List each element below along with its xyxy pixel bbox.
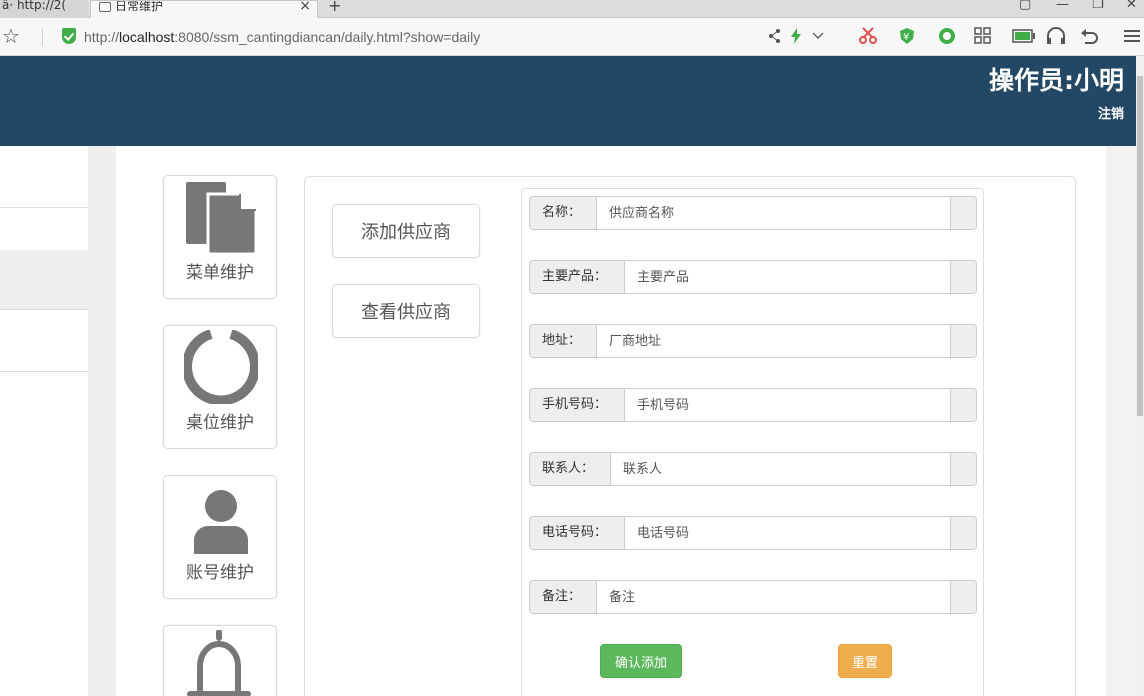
contact-field: 联系人： (529, 452, 977, 486)
field-addon (950, 453, 976, 485)
menu-icon[interactable] (1124, 29, 1140, 43)
field-addon (950, 261, 976, 293)
window-minimize-button[interactable]: — (1056, 0, 1069, 12)
address-bar: ☆ http://localhost:8080/ssm_cantingdianc… (0, 18, 1144, 56)
remark-input[interactable] (597, 581, 951, 613)
remark-field: 备注： (529, 580, 977, 614)
field-addon (950, 325, 976, 357)
field-addon (950, 517, 976, 549)
main-product-input[interactable] (625, 261, 951, 293)
contact-input[interactable] (611, 453, 951, 485)
field-label: 手机号码： (530, 389, 625, 421)
phone-field: 电话号码： (529, 516, 977, 550)
mobile-input[interactable] (625, 389, 951, 421)
card-label: 桌位维护 (186, 413, 254, 433)
new-tab-button[interactable]: + (328, 0, 341, 15)
ring-icon (184, 330, 258, 404)
app-header: 操作员:小明 注销 (0, 56, 1136, 146)
left-nav-row[interactable] (0, 250, 88, 310)
field-addon (950, 581, 976, 613)
field-addon (950, 197, 976, 229)
headphones-icon[interactable] (1046, 27, 1066, 45)
browser-tab-1[interactable]: ä· http://2( (0, 0, 88, 18)
window-maximize-button[interactable]: ❐ (1092, 0, 1104, 12)
add-supplier-button[interactable]: 添加供应商 (332, 204, 480, 258)
field-label: 主要产品： (530, 261, 625, 293)
undo-icon[interactable] (1080, 27, 1102, 45)
page-favicon-icon (99, 2, 111, 12)
address-input[interactable] (597, 325, 951, 357)
scissors-icon[interactable] (858, 27, 878, 45)
tab-title: 日常维护 (115, 0, 164, 13)
mobile-field: 手机号码： (529, 388, 977, 422)
field-label: 电话号码： (530, 517, 625, 549)
document-icon (186, 182, 258, 254)
reset-button[interactable]: 重置 (838, 644, 892, 678)
battery-icon[interactable] (1012, 29, 1036, 43)
card-label: 账号维护 (186, 563, 254, 583)
browser-tab-active[interactable]: 日常维护 × (90, 0, 318, 18)
table-maintenance-card[interactable]: 桌位维护 (163, 325, 277, 449)
supplier-name-input[interactable] (597, 197, 951, 229)
field-addon (950, 389, 976, 421)
page-scrollbar[interactable] (1136, 56, 1144, 696)
scrollbar-thumb[interactable] (1137, 76, 1143, 416)
bookmark-star-icon[interactable]: ☆ (2, 26, 20, 46)
url-field[interactable]: http://localhost:8080/ssm_cantingdiancan… (84, 28, 480, 46)
field-label: 地址： (530, 325, 597, 357)
operator-name: 操作员:小明 (989, 66, 1124, 95)
window-close-button[interactable]: ✕ (1126, 0, 1137, 12)
account-maintenance-card[interactable]: 账号维护 (163, 475, 277, 599)
url-host: localhost (119, 29, 175, 45)
lightning-icon[interactable] (790, 28, 802, 44)
money-shield-icon[interactable]: ¥ (898, 27, 916, 45)
user-icon (194, 490, 248, 554)
field-label: 备注： (530, 581, 597, 613)
left-nav-panel (0, 146, 88, 696)
supplier-name-field: 名称： (529, 196, 977, 230)
menu-maintenance-card[interactable]: 菜单维护 (163, 175, 277, 299)
notification-card[interactable] (163, 625, 277, 696)
view-supplier-button[interactable]: 查看供应商 (332, 284, 480, 338)
url-path: :8080/ssm_cantingdiancan/daily.html?show… (174, 29, 481, 45)
browser-tab-strip: ä· http://2( 日常维护 × + ▢ — ❐ ✕ (0, 0, 1144, 18)
left-nav-row[interactable] (0, 310, 88, 372)
green-circle-icon[interactable] (938, 27, 956, 45)
svg-text:¥: ¥ (903, 32, 909, 43)
url-prefix: http:// (84, 29, 120, 45)
logout-link[interactable]: 注销 (1098, 103, 1124, 122)
window-restore-icon[interactable]: ▢ (1019, 0, 1031, 12)
main-product-field: 主要产品： (529, 260, 977, 294)
card-label: 菜单维护 (186, 263, 254, 283)
address-divider (42, 28, 43, 46)
share-icon[interactable] (768, 28, 782, 44)
bell-icon (187, 630, 251, 696)
chevron-down-icon[interactable] (812, 32, 824, 40)
address-field: 地址： (529, 324, 977, 358)
left-nav-row[interactable] (0, 146, 88, 208)
field-label: 联系人： (530, 453, 611, 485)
confirm-add-button[interactable]: 确认添加 (600, 644, 682, 678)
tab-title: ä· http://2( (2, 0, 67, 12)
content-gutter (88, 146, 116, 696)
field-label: 名称： (530, 197, 597, 229)
security-shield-icon[interactable] (62, 28, 76, 44)
apps-grid-icon[interactable] (974, 27, 992, 45)
phone-input[interactable] (625, 517, 951, 549)
tab-close-icon[interactable]: × (299, 1, 311, 13)
